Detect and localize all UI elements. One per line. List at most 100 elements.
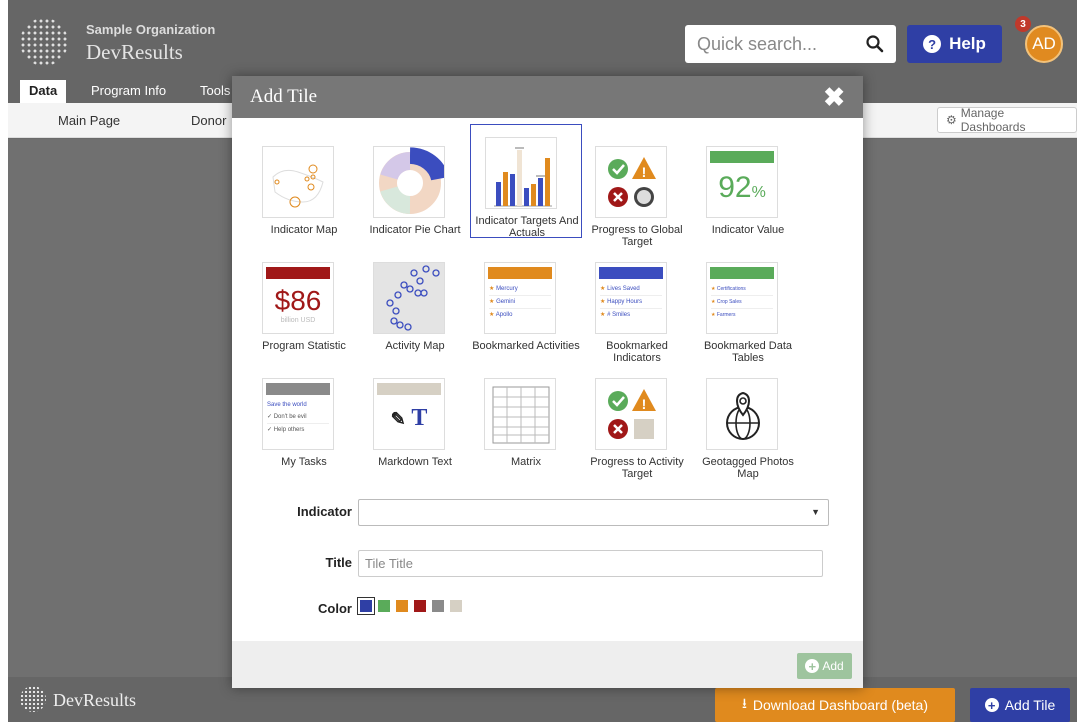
bookmark-list-icon: ★ Certifications ★ Crop Sales ★ Farmers [706,262,778,334]
download-dashboard-button[interactable]: ⭳ Download Dashboard (beta) [715,688,955,722]
tile-indicator-value[interactable]: 92% Indicator Value [692,134,804,250]
activity-map-icon [373,262,445,334]
footer-brand: DevResults [53,690,136,710]
activity-item: Apollo [495,312,513,318]
question-icon: ? [923,35,942,53]
tile-bookmarked-indicators[interactable]: ★ Lives Saved ★ Happy Hours ★ # Smiles B… [581,250,693,366]
search-icon[interactable] [866,35,884,53]
value-number: 92 [718,171,752,204]
progress-status-icon: ! [595,378,667,450]
matrix-icon [484,378,556,450]
color-swatch-green[interactable] [378,600,390,612]
svg-text:!: ! [642,164,647,180]
globe-pin-icon [706,378,778,450]
help-label: Help [949,34,986,53]
markdown-glyph: T [411,405,428,431]
subnav-main-page[interactable]: Main Page [58,113,120,128]
tile-label: Progress to Activity Target [590,456,684,480]
add-tile-modal: Add Tile ✖ Indicator Map Indicator Pie C… [232,76,863,688]
activity-item: Gemini [496,299,516,305]
tile-label: My Tasks [281,456,327,468]
download-icon: ⭳ [741,695,747,711]
indicator-label: Indicator [297,504,352,519]
tile-activity-map[interactable]: Activity Map [359,250,471,366]
tile-title-input[interactable] [358,550,823,577]
activity-item: Mercury [496,286,518,292]
indicator-map-icon [262,146,334,218]
tile-indicator-targets-and-actuals[interactable]: Indicator Targets And Actuals [470,124,582,239]
color-swatch-blue[interactable] [357,597,375,615]
tile-geotagged-photos-map[interactable]: Geotagged Photos Map [692,366,804,482]
table-item: Crop Sales [716,299,742,305]
notification-badge[interactable]: 3 [1015,16,1031,32]
tile-label: Activity Map [385,340,445,352]
tile-program-statistic[interactable]: $86 billion USD Program Statistic [248,250,360,366]
plus-icon: + [984,698,999,712]
tasks-title: Save the world [267,402,307,408]
modal-header: Add Tile ✖ [232,76,863,118]
statistic-icon: $86 billion USD [262,262,334,334]
value-number-icon: 92% [706,146,778,218]
tab-program-info[interactable]: Program Info [82,80,175,101]
indicator-select[interactable]: ▼ [358,499,829,526]
plus-icon: + [805,659,820,673]
devresults-logo-icon[interactable] [20,18,68,66]
value-unit: % [751,184,766,201]
help-button[interactable]: ? Help [907,25,1002,63]
tile-bookmarked-data-tables[interactable]: ★ Certifications ★ Crop Sales ★ Farmers … [692,250,804,366]
tile-label: Indicator Map [270,224,338,236]
tile-label: Geotagged Photos Map [702,456,794,480]
markdown-icon: ✎ T [373,378,445,450]
tile-indicator-map[interactable]: Indicator Map [248,134,360,250]
color-label: Color [318,601,352,616]
color-swatch-gray[interactable] [432,600,444,612]
tile-label: Matrix [511,456,541,468]
tile-markdown-text[interactable]: ✎ T Markdown Text [359,366,471,482]
tile-label: Indicator Targets And Actuals [475,215,579,239]
bookmark-list-icon: ★ Mercury ★ Gemini ★ Apollo [484,262,556,334]
subnav-donor[interactable]: Donor [191,113,226,128]
tasks-icon: Save the world ✓ Don't be evil ✓ Help ot… [262,378,334,450]
svg-text:!: ! [642,396,647,412]
tile-label: Indicator Value [711,224,785,236]
close-icon[interactable]: ✖ [823,82,845,113]
tile-my-tasks[interactable]: Save the world ✓ Don't be evil ✓ Help ot… [248,366,360,482]
tile-bookmarked-activities[interactable]: ★ Mercury ★ Gemini ★ Apollo Bookmarked A… [470,250,582,366]
tile-progress-to-global-target[interactable]: ! Progress to Global Target [581,134,693,250]
tile-matrix[interactable]: Matrix [470,366,582,482]
tile-label: Indicator Pie Chart [369,224,461,236]
tile-label: Bookmarked Activities [472,340,580,352]
add-tile-label: Add Tile [1004,697,1056,713]
tile-label: Program Statistic [262,340,346,352]
tile-indicator-pie-chart[interactable]: Indicator Pie Chart [359,134,471,250]
bar-chart-icon [485,137,557,209]
statistic-value: $86 [274,285,322,316]
color-swatch-red[interactable] [414,600,426,612]
tile-label: Bookmarked Data Tables [703,340,793,364]
modal-footer: + Add [232,641,863,688]
tab-data[interactable]: Data [20,80,67,103]
color-swatch-beige[interactable] [450,600,462,612]
download-label: Download Dashboard (beta) [752,697,928,713]
modal-add-button[interactable]: + Add [797,653,852,679]
quick-search-input[interactable]: Quick search... [685,25,896,63]
user-avatar[interactable]: AD [1025,25,1063,63]
indicator-item: Happy Hours [607,299,643,305]
search-placeholder: Quick search... [697,33,818,54]
footer-logo-icon [20,686,46,712]
color-swatch-orange[interactable] [396,600,408,612]
tile-label: Bookmarked Indicators [606,340,668,364]
tile-progress-to-activity-target[interactable]: ! Progress to Activity Target [581,366,693,482]
progress-status-icon: ! [595,146,667,218]
manage-dashboards-button[interactable]: ⚙ Manage Dashboards [937,106,1077,134]
indicator-item: # Smiles [607,312,631,318]
modal-add-label: Add [822,659,844,673]
indicator-item: Lives Saved [607,286,640,292]
title-label: Title [325,555,353,570]
add-tile-button[interactable]: + Add Tile [970,688,1070,722]
top-header: Sample Organization DevResults Quick sea… [8,0,1077,75]
chevron-down-icon: ▼ [811,507,820,517]
modal-title: Add Tile [250,86,318,107]
manage-dashboards-label: Manage Dashboards [960,106,1026,134]
tile-label: Progress to Global Target [591,224,683,248]
